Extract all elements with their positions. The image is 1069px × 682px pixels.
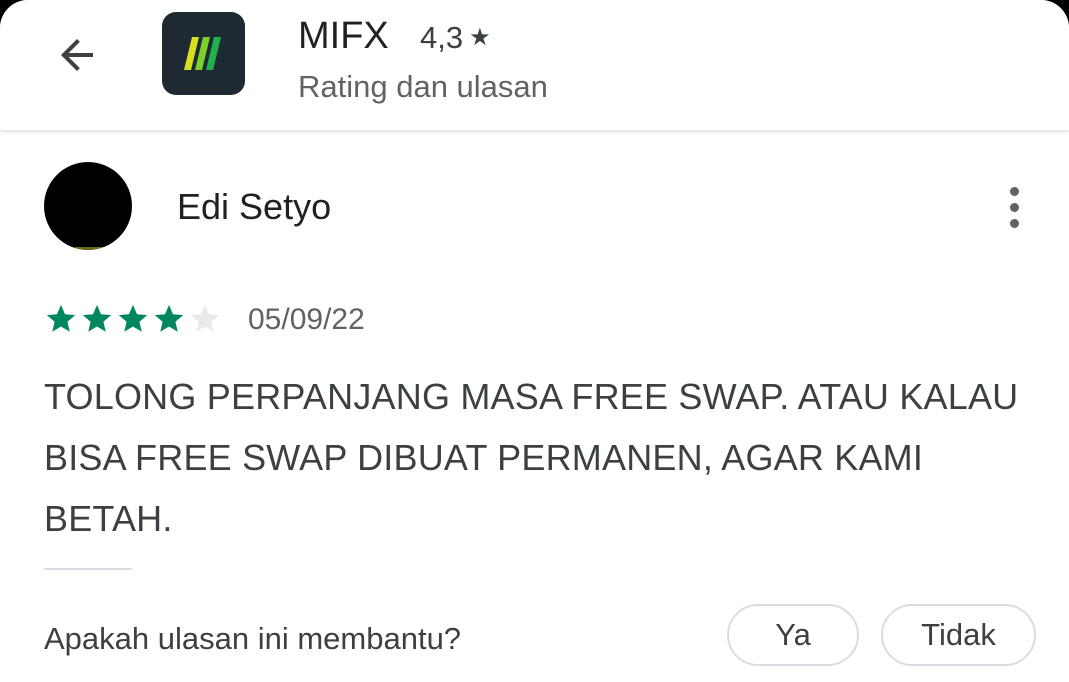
divider bbox=[44, 568, 132, 570]
app-header: MIFX 4,3 ★ Rating dan ulasan bbox=[0, 0, 1069, 130]
star-icon: ★ bbox=[469, 24, 491, 51]
review-text: TOLONG PERPANJANG MASA FREE SWAP. ATAU K… bbox=[44, 376, 1019, 539]
mifx-logo-icon bbox=[184, 37, 221, 70]
page-subtitle: Rating dan ulasan bbox=[298, 69, 548, 104]
arrow-left-icon bbox=[61, 39, 93, 71]
review-screen: MIFX 4,3 ★ Rating dan ulasan Edi Setyo 0… bbox=[0, 0, 1069, 682]
app-icon[interactable] bbox=[162, 12, 245, 95]
more-vertical-icon-dot bbox=[1009, 202, 1019, 212]
app-name: MIFX bbox=[298, 15, 389, 57]
star-filled-icon bbox=[154, 304, 184, 332]
back-button[interactable] bbox=[50, 28, 104, 82]
more-options-button[interactable] bbox=[990, 180, 1038, 234]
star-filled-icon bbox=[82, 304, 112, 332]
star-empty-icon bbox=[190, 304, 220, 332]
helpful-question: Apakah ulasan ini membantu? bbox=[44, 621, 462, 656]
more-vertical-icon bbox=[1009, 186, 1019, 196]
helpful-yes-button[interactable]: Ya bbox=[727, 604, 859, 666]
star-rating bbox=[44, 302, 222, 336]
more-vertical-icon-dot bbox=[1009, 218, 1019, 228]
app-rating: 4,3 ★ bbox=[420, 20, 491, 56]
star-filled-icon bbox=[46, 304, 76, 332]
helpful-no-button[interactable]: Tidak bbox=[881, 604, 1036, 666]
reviewer-name: Edi Setyo bbox=[177, 186, 332, 227]
star-filled-icon bbox=[118, 304, 148, 332]
avatar bbox=[44, 162, 132, 250]
review-date: 05/09/22 bbox=[248, 303, 365, 336]
app-rating-value: 4,3 bbox=[420, 20, 464, 55]
